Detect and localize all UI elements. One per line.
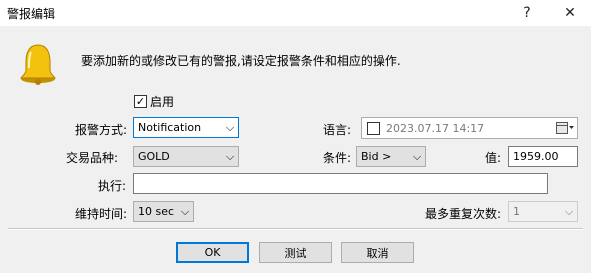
expiry-datetime-picker[interactable]: 2023.07.17 14:17 (361, 117, 578, 139)
enable-checkbox[interactable]: ✓ 启用 (134, 93, 174, 110)
max-repeat-label: 最多重复次数: (425, 207, 502, 221)
chevron-down-icon: ⌵ (564, 204, 574, 218)
cancel-button[interactable]: 取消 (341, 242, 414, 263)
max-repeat-value: 1 (513, 205, 520, 218)
test-button[interactable]: 测试 (259, 242, 332, 263)
duration-label: 维持时间: (75, 207, 128, 221)
intro-text: 要添加新的或修改已有的警报,请设定报警条件和相应的操作. (81, 54, 401, 68)
window-title: 警报编辑 (7, 7, 56, 21)
condition-value: Bid > (361, 150, 392, 163)
symbol-select[interactable]: GOLD ⌵ (133, 146, 239, 167)
condition-select[interactable]: Bid > ⌵ (356, 146, 426, 167)
duration-value: 10 sec (138, 205, 175, 218)
expiry-checkbox[interactable] (367, 121, 380, 135)
execute-label: 执行: (98, 179, 127, 193)
value-label: 值: (485, 151, 502, 165)
action-select[interactable]: Notification ⌵ (133, 117, 239, 138)
value-input[interactable]: 1959.00 (508, 146, 578, 167)
symbol-label: 交易品种: (66, 151, 119, 165)
execute-input[interactable] (133, 173, 548, 194)
expiry-value: 2023.07.17 14:17 (386, 121, 485, 135)
close-button[interactable]: ✕ (555, 0, 585, 26)
max-repeat-select: 1 ⌵ (508, 201, 578, 222)
calendar-icon[interactable] (553, 122, 577, 134)
checkbox-box[interactable]: ✓ (134, 95, 147, 108)
help-button[interactable]: ? (512, 0, 542, 26)
ok-button[interactable]: OK (176, 242, 249, 263)
condition-label: 条件: (323, 151, 352, 165)
language-label: 语言: (323, 123, 352, 137)
bell-icon (20, 44, 56, 85)
divider-highlight (8, 229, 583, 230)
symbol-value: GOLD (138, 150, 170, 163)
enable-label: 启用 (150, 95, 175, 109)
chevron-down-icon: ⌵ (412, 149, 422, 163)
action-value: Notification (138, 121, 202, 134)
action-label: 报警方式: (75, 123, 128, 137)
chevron-down-icon: ⌵ (225, 120, 235, 134)
chevron-down-icon: ⌵ (180, 204, 190, 218)
chevron-down-icon: ⌵ (225, 149, 235, 163)
title-bar: 警报编辑 ? ✕ (0, 0, 591, 26)
duration-select[interactable]: 10 sec ⌵ (133, 201, 194, 222)
